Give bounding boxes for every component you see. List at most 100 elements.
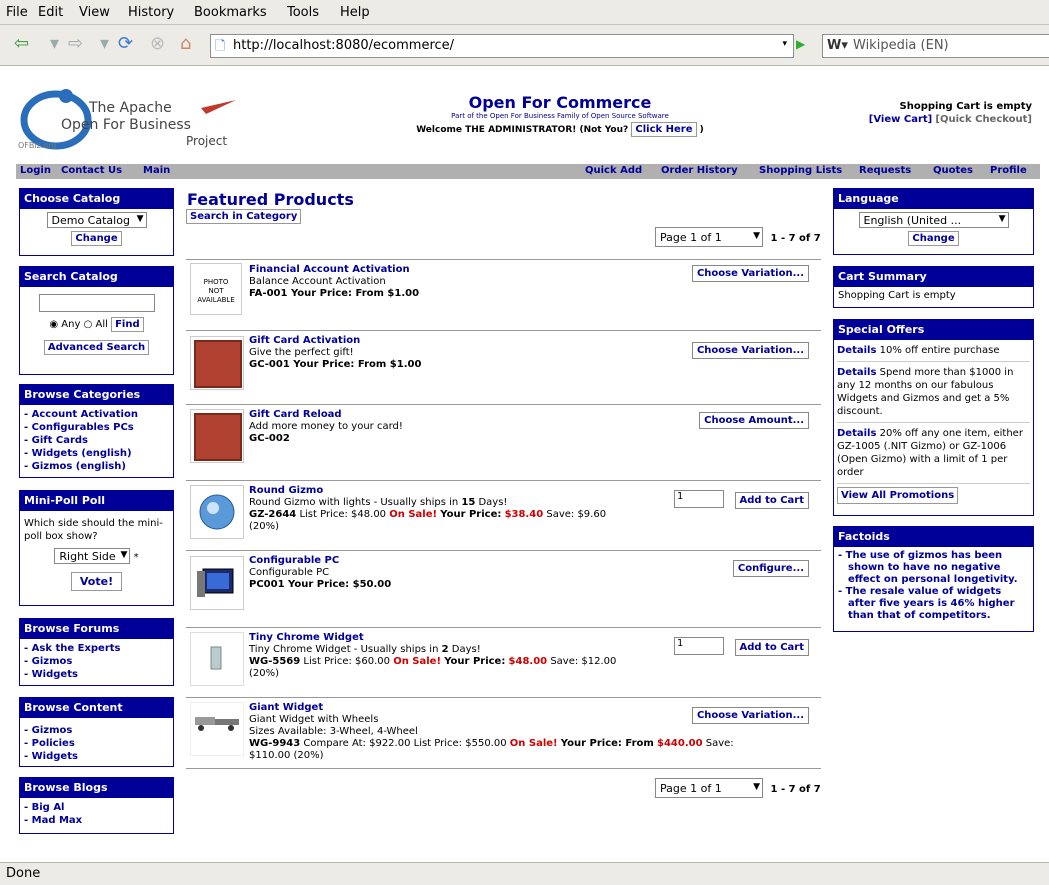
choose-variation-button[interactable]: Choose Variation... xyxy=(691,265,809,282)
advanced-search-button[interactable]: Advanced Search xyxy=(43,340,150,355)
product-image[interactable] xyxy=(190,336,244,390)
poll-select[interactable]: Right Side ▼ xyxy=(54,548,131,564)
radio-all-icon[interactable]: ○ xyxy=(84,319,93,330)
forward-icon[interactable]: ⇨ xyxy=(68,33,83,54)
url-field[interactable]: 🗋 http://localhost:8080/ecommerce/ ▾ xyxy=(210,34,794,58)
vote-button[interactable]: Vote! xyxy=(70,572,123,591)
quick-checkout-link[interactable]: [Quick Checkout] xyxy=(935,114,1032,125)
view-all-promotions-button[interactable]: View All Promotions xyxy=(837,487,959,504)
menu-help[interactable]: Help xyxy=(340,5,370,20)
page-select[interactable]: Page 1 of 1 ▼ xyxy=(655,778,763,798)
site-subtitle[interactable]: Part of the Open For Business Family of … xyxy=(380,112,740,120)
nav-profile[interactable]: Profile xyxy=(990,165,1027,176)
on-sale-label: On Sale! xyxy=(509,738,558,749)
search-catalog-box: Search Catalog ◉ Any ○ All Find Advanced… xyxy=(19,266,174,375)
change-language-button[interactable]: Change xyxy=(908,231,959,246)
product-image[interactable]: PHOTO NOT AVAILABLE xyxy=(190,263,242,315)
language-selected: English (United ... xyxy=(863,214,962,227)
browse-categories-box: Browse Categories - Account Activation -… xyxy=(19,384,174,478)
radio-any-icon[interactable]: ◉ xyxy=(49,319,58,330)
quantity-input[interactable]: 1 xyxy=(674,637,724,655)
quantity-input[interactable]: 1 xyxy=(674,490,724,508)
nav-order-history[interactable]: Order History xyxy=(661,165,738,176)
save-percent: (20%) xyxy=(249,668,280,679)
page-select[interactable]: Page 1 of 1 ▼ xyxy=(655,227,763,247)
product-image[interactable] xyxy=(190,702,244,756)
product-image[interactable] xyxy=(190,632,244,686)
go-icon[interactable]: ▶ xyxy=(796,37,805,51)
required-mark: * xyxy=(133,552,139,563)
nav-quotes[interactable]: Quotes xyxy=(933,165,973,176)
menu-bookmarks[interactable]: Bookmarks xyxy=(194,5,267,20)
ofbiz-logo[interactable]: The Apache Open For Business Project OFB… xyxy=(16,80,246,155)
product-name[interactable]: Round Gizmo xyxy=(249,485,323,496)
add-to-cart-button[interactable]: Add to Cart xyxy=(734,639,809,656)
blog-link[interactable]: - Mad Max xyxy=(24,814,169,827)
product-name[interactable]: Configurable PC xyxy=(249,555,339,566)
language-select[interactable]: English (United ... ▼ xyxy=(858,212,1009,228)
blog-link[interactable]: - Big Al xyxy=(24,801,169,814)
product-image[interactable] xyxy=(190,409,244,463)
forum-link[interactable]: - Gizmos xyxy=(24,655,169,668)
menu-history[interactable]: History xyxy=(128,5,174,20)
nav-main[interactable]: Main xyxy=(143,165,170,176)
choose-amount-button[interactable]: Choose Amount... xyxy=(699,412,809,429)
nav-requests[interactable]: Requests xyxy=(859,165,911,176)
category-link[interactable]: - Configurables PCs xyxy=(24,421,169,434)
browse-content-title: Browse Content xyxy=(20,698,173,718)
offer-details-link[interactable]: Details xyxy=(837,367,876,378)
product-name[interactable]: Gift Card Reload xyxy=(249,409,342,420)
content-link[interactable]: - Gizmos xyxy=(24,724,169,737)
nav-contact-us[interactable]: Contact Us xyxy=(61,165,122,176)
catalog-select[interactable]: Demo Catalog ▼ xyxy=(46,212,147,228)
choose-variation-button[interactable]: Choose Variation... xyxy=(691,707,809,724)
category-link[interactable]: - Gift Cards xyxy=(24,434,169,447)
welcome-close: ) xyxy=(699,125,704,135)
home-icon[interactable]: ⌂ xyxy=(180,33,191,54)
configure-button[interactable]: Configure... xyxy=(732,560,809,577)
choose-variation-button[interactable]: Choose Variation... xyxy=(691,342,809,359)
nav-shopping-lists[interactable]: Shopping Lists xyxy=(759,165,842,176)
search-in-category-button[interactable]: Search in Category xyxy=(186,209,302,224)
menu-view[interactable]: View xyxy=(79,5,110,20)
chevron-down-icon: ▼ xyxy=(136,214,144,224)
menu-tools[interactable]: Tools xyxy=(287,5,319,20)
content-link[interactable]: - Policies xyxy=(24,737,169,750)
reload-icon[interactable]: ⟳ xyxy=(118,33,133,54)
chevron-down-icon: ▼ xyxy=(753,231,760,241)
wikipedia-icon[interactable]: W▾ xyxy=(827,38,848,53)
nav-login[interactable]: Login xyxy=(20,165,51,176)
category-link[interactable]: - Account Activation xyxy=(24,408,169,421)
product-name[interactable]: Gift Card Activation xyxy=(249,335,360,346)
product-desc: Round Gizmo with lights - Usually ships … xyxy=(249,497,462,508)
stop-icon[interactable]: ⊗ xyxy=(150,33,165,54)
product-image[interactable] xyxy=(190,556,244,610)
product-name[interactable]: Financial Account Activation xyxy=(249,264,410,275)
content-link[interactable]: - Widgets xyxy=(24,750,169,763)
forum-link[interactable]: - Ask the Experts xyxy=(24,642,169,655)
factoids-title: Factoids xyxy=(834,527,1033,547)
product-image[interactable] xyxy=(190,485,244,539)
click-here-button[interactable]: Click Here xyxy=(631,122,697,137)
back-dropdown-icon[interactable]: ▾ xyxy=(50,33,59,54)
url-dropdown-icon[interactable]: ▾ xyxy=(782,39,787,49)
category-link[interactable]: - Widgets (english) xyxy=(24,447,169,460)
menu-file[interactable]: File xyxy=(6,5,28,20)
nav-quick-add[interactable]: Quick Add xyxy=(585,165,642,176)
product-name[interactable]: Tiny Chrome Widget xyxy=(249,632,364,643)
forum-link[interactable]: - Widgets xyxy=(24,668,169,681)
change-catalog-button[interactable]: Change xyxy=(71,231,122,246)
back-icon[interactable]: ⇦ xyxy=(14,33,29,54)
category-link[interactable]: - Gizmos (english) xyxy=(24,460,169,473)
add-to-cart-button[interactable]: Add to Cart xyxy=(734,492,809,509)
search-engine-field[interactable]: W▾ Wikipedia (EN) xyxy=(822,34,1049,58)
menu-edit[interactable]: Edit xyxy=(38,5,63,20)
offer-details-link[interactable]: Details xyxy=(837,345,876,356)
product-name[interactable]: Giant Widget xyxy=(249,702,323,713)
search-catalog-input[interactable] xyxy=(38,294,155,312)
your-price: $38.40 xyxy=(504,509,544,520)
forward-dropdown-icon[interactable]: ▾ xyxy=(100,33,109,54)
find-button[interactable]: Find xyxy=(111,317,144,332)
view-cart-link[interactable]: [View Cart] xyxy=(869,114,932,125)
offer-details-link[interactable]: Details xyxy=(837,428,876,439)
